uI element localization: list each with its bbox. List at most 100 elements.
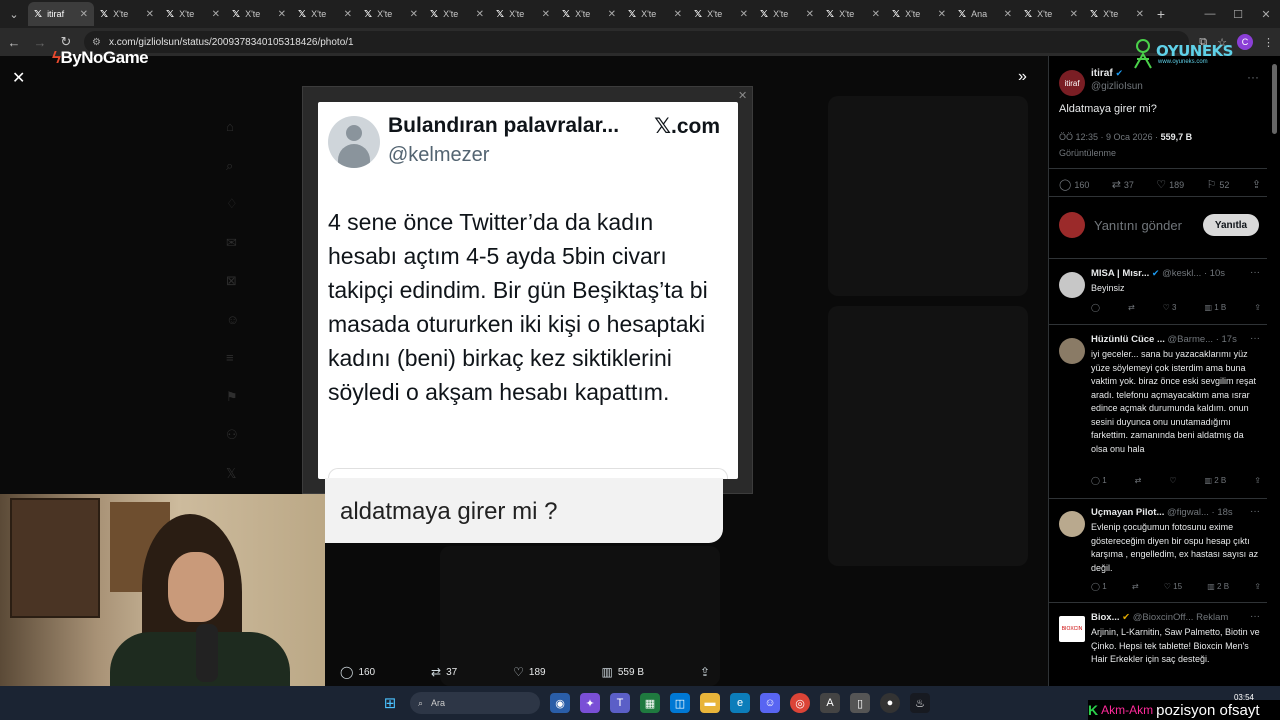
browser-tab[interactable]: 𝕏 X'te ✕ bbox=[820, 2, 886, 26]
reply-icon[interactable]: ◯ bbox=[1091, 303, 1100, 312]
scrollbar-thumb[interactable] bbox=[1272, 64, 1277, 134]
browser-tab[interactable]: 𝕏 X'te ✕ bbox=[490, 2, 556, 26]
sidebar-share-icon[interactable]: ⇪ bbox=[1252, 178, 1264, 191]
browser-tab[interactable]: 𝕏 X'te ✕ bbox=[886, 2, 952, 26]
task-view-icon[interactable]: ◉ bbox=[550, 693, 570, 713]
scrollbar[interactable] bbox=[1268, 56, 1280, 686]
tab-close-icon[interactable]: ✕ bbox=[278, 9, 286, 20]
browser-tab[interactable]: 𝕏 X'te ✕ bbox=[622, 2, 688, 26]
app-icon[interactable]: ▯ bbox=[850, 693, 870, 713]
taskbar-search[interactable]: ⌕ Ara bbox=[410, 692, 540, 714]
sidebar-like-count[interactable]: ♡ 189 bbox=[1156, 178, 1184, 191]
share-icon[interactable]: ⇪ bbox=[1254, 303, 1261, 312]
repost-icon[interactable]: ⇄ bbox=[1128, 303, 1135, 312]
close-window-icon[interactable]: ✕ bbox=[1252, 8, 1280, 21]
tab-close-icon[interactable]: ✕ bbox=[938, 9, 946, 20]
views-count[interactable]: ▥ 2 B bbox=[1207, 582, 1229, 591]
browser-tab[interactable]: 𝕏 X'te ✕ bbox=[160, 2, 226, 26]
reply-item[interactable]: MISA | Mısr... ✔ @keskl... · 10s ··· Bey… bbox=[1049, 262, 1267, 322]
copilot-icon[interactable]: ✦ bbox=[580, 693, 600, 713]
repost-icon[interactable]: ⇄ bbox=[1135, 476, 1142, 485]
browser-tab[interactable]: 𝕏 X'te ✕ bbox=[688, 2, 754, 26]
reply-author[interactable]: Uçmayan Pilot... @figwal... · 18s bbox=[1091, 507, 1233, 518]
teams-icon[interactable]: T bbox=[610, 693, 630, 713]
app-icon[interactable]: A bbox=[820, 693, 840, 713]
browser-tab[interactable]: 𝕏 X'te ✕ bbox=[1084, 2, 1150, 26]
browser-tab[interactable]: 𝕏 Ana ✕ bbox=[952, 2, 1018, 26]
share-button[interactable]: ⇪ bbox=[700, 665, 710, 679]
ad-avatar[interactable]: BIOXCIN bbox=[1059, 616, 1085, 642]
profile-avatar[interactable]: C bbox=[1237, 34, 1253, 50]
author-name[interactable]: itiraf ✔ bbox=[1091, 68, 1123, 79]
views-count[interactable]: ▥ 2 B bbox=[1204, 476, 1226, 485]
tab-close-icon[interactable]: ✕ bbox=[476, 9, 484, 20]
chrome-icon[interactable]: ◎ bbox=[790, 693, 810, 713]
edge-icon[interactable]: e bbox=[730, 693, 750, 713]
reply-input[interactable]: Yanıtını gönder bbox=[1094, 218, 1182, 233]
tab-close-icon[interactable]: ✕ bbox=[212, 9, 220, 20]
views-count[interactable]: ▥ 1 B bbox=[1204, 303, 1226, 312]
repost-button[interactable]: ⇄ 37 bbox=[431, 665, 457, 679]
browser-tab[interactable]: 𝕏itiraf ✕ bbox=[28, 2, 94, 26]
back-icon[interactable]: ← bbox=[6, 35, 22, 50]
browser-tab[interactable]: 𝕏 X'te ✕ bbox=[754, 2, 820, 26]
more-options-icon[interactable]: ··· bbox=[1250, 267, 1260, 278]
forward-icon[interactable]: → bbox=[32, 35, 48, 50]
maximize-icon[interactable]: ☐ bbox=[1224, 8, 1252, 21]
reply-submit-button[interactable]: Yanıtla bbox=[1203, 214, 1259, 236]
reply-count[interactable]: ◯ 1 bbox=[1091, 476, 1107, 485]
tab-close-icon[interactable]: ✕ bbox=[344, 9, 352, 20]
like-button[interactable]: ♡ 3 bbox=[1163, 303, 1177, 312]
tab-close-icon[interactable]: ✕ bbox=[806, 9, 814, 20]
sidebar-reply-count[interactable]: ◯ 160 bbox=[1059, 178, 1089, 191]
like-button[interactable]: ♡ 189 bbox=[513, 665, 545, 679]
tab-close-icon[interactable]: ✕ bbox=[608, 9, 616, 20]
store-icon[interactable]: ◫ bbox=[670, 693, 690, 713]
share-icon[interactable]: ⇪ bbox=[1254, 582, 1261, 591]
reply-count[interactable]: ◯ 1 bbox=[1091, 582, 1107, 591]
image-close-icon[interactable]: ✕ bbox=[738, 89, 747, 102]
url-field[interactable]: ⚙ x.com/gizliolsun/status/20093783401053… bbox=[84, 31, 1190, 53]
repost-icon[interactable]: ⇄ bbox=[1132, 582, 1139, 591]
close-photo-icon[interactable]: ✕ bbox=[12, 68, 25, 88]
obs-icon[interactable]: ● bbox=[880, 693, 900, 713]
like-count[interactable]: ♡ 15 bbox=[1164, 582, 1182, 591]
tab-close-icon[interactable]: ✕ bbox=[80, 9, 88, 20]
author-handle[interactable]: @gizlioIsun bbox=[1091, 81, 1143, 92]
browser-tab[interactable]: 𝕏 X'te ✕ bbox=[424, 2, 490, 26]
reply-avatar[interactable] bbox=[1059, 511, 1085, 537]
discord-icon[interactable]: ☺ bbox=[760, 693, 780, 713]
file-explorer-icon[interactable]: ▬ bbox=[700, 693, 720, 713]
ad-item[interactable]: BIOXCIN Biox... ✔ @BioxcinOff... Reklam … bbox=[1049, 606, 1267, 686]
ad-author[interactable]: Biox... ✔ @BioxcinOff... Reklam bbox=[1091, 612, 1228, 623]
tab-search-icon[interactable]: ⌄ bbox=[0, 0, 28, 28]
sidebar-repost-count[interactable]: ⇄ 37 bbox=[1112, 178, 1134, 191]
reply-avatar[interactable] bbox=[1059, 272, 1085, 298]
reply-author[interactable]: MISA | Mısr... ✔ @keskl... · 10s bbox=[1091, 268, 1225, 279]
tab-close-icon[interactable]: ✕ bbox=[740, 9, 748, 20]
tab-close-icon[interactable]: ✕ bbox=[542, 9, 550, 20]
more-options-icon[interactable]: ··· bbox=[1250, 611, 1260, 622]
reply-button[interactable]: ◯ 160 bbox=[340, 665, 375, 679]
heart-icon[interactable]: ♡ bbox=[1169, 476, 1176, 485]
tab-close-icon[interactable]: ✕ bbox=[1004, 9, 1012, 20]
reply-avatar[interactable] bbox=[1059, 338, 1085, 364]
tab-close-icon[interactable]: ✕ bbox=[1136, 9, 1144, 20]
reply-author[interactable]: Hüzünlü Cüce ... @Barme... · 17s bbox=[1091, 334, 1237, 345]
views-button[interactable]: ▥ 559 B bbox=[602, 665, 644, 679]
more-options-icon[interactable]: ··· bbox=[1250, 506, 1260, 517]
browser-tab[interactable]: 𝕏 X'te ✕ bbox=[1018, 2, 1084, 26]
more-options-icon[interactable]: ··· bbox=[1250, 333, 1260, 344]
browser-tab[interactable]: 𝕏 X'te ✕ bbox=[556, 2, 622, 26]
browser-menu-icon[interactable]: ⋮ bbox=[1263, 36, 1274, 49]
browser-tab[interactable]: 𝕏 X'te ✕ bbox=[226, 2, 292, 26]
sidebar-bookmark-count[interactable]: ⚐ 52 bbox=[1207, 178, 1230, 191]
browser-tab[interactable]: 𝕏 X'te ✕ bbox=[358, 2, 424, 26]
browser-tab[interactable]: 𝕏 X'te ✕ bbox=[94, 2, 160, 26]
widgets-icon[interactable]: ▦ bbox=[640, 693, 660, 713]
tab-close-icon[interactable]: ✕ bbox=[410, 9, 418, 20]
tab-close-icon[interactable]: ✕ bbox=[674, 9, 682, 20]
windows-start-icon[interactable]: ⊞ bbox=[380, 693, 400, 713]
browser-tab[interactable]: 𝕏 X'te ✕ bbox=[292, 2, 358, 26]
expand-sidebar-icon[interactable]: » bbox=[1018, 68, 1027, 86]
